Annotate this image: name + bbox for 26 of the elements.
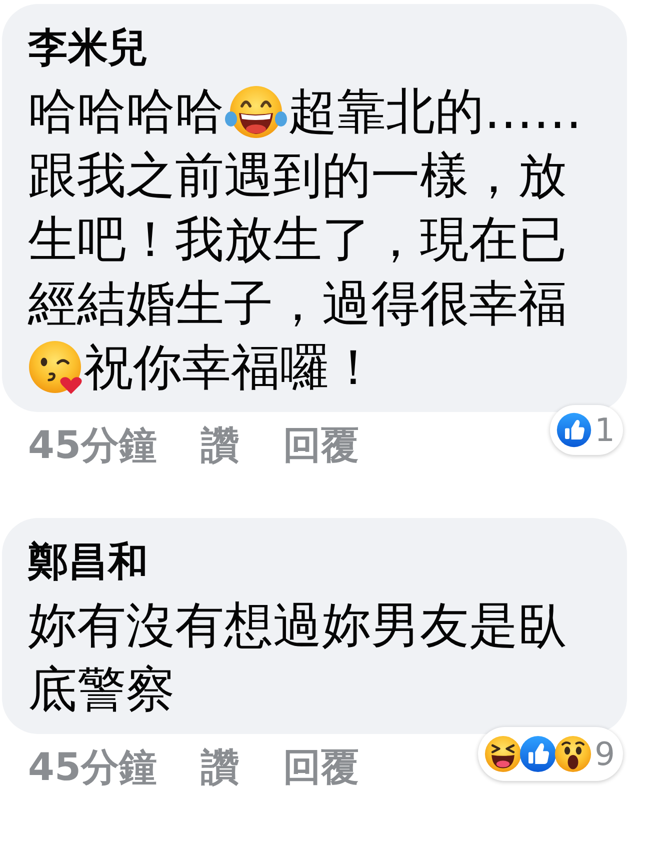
thumbs-up-icon <box>518 735 557 773</box>
comment-text: 經結婚生子，過得很幸福 <box>28 275 567 333</box>
reaction-badge[interactable]: 1 <box>550 405 623 455</box>
reaction-count: 1 <box>594 410 615 450</box>
reply-button[interactable]: 回覆 <box>282 421 359 469</box>
commenter-name[interactable]: 李米兒 <box>28 22 148 74</box>
comment-text: 妳有沒有想過妳男友是臥 <box>28 597 567 655</box>
comment-text: 祝你幸福囉！ <box>84 339 378 397</box>
comment-time[interactable]: 45分鐘 <box>28 421 157 469</box>
commenter-name[interactable]: 鄭昌和 <box>28 536 148 588</box>
thumbs-up-icon <box>556 412 592 448</box>
comment-text: 哈哈哈哈 <box>28 83 224 141</box>
kissing-face-icon <box>28 340 84 396</box>
comment-text: 跟我之前遇到的一樣，放 <box>28 147 567 205</box>
reaction-badge[interactable]: 9 <box>478 727 623 781</box>
like-button[interactable]: 讚 <box>200 421 239 469</box>
comment-text: 超靠北的…… <box>288 83 582 141</box>
comment-time[interactable]: 45分鐘 <box>28 743 157 791</box>
comment-text: 底警察 <box>28 661 175 719</box>
like-button[interactable]: 讚 <box>200 743 239 791</box>
comment-text: 生吧！我放生了，現在已 <box>28 211 567 269</box>
reaction-count: 9 <box>594 734 615 774</box>
laughing-face-icon <box>484 735 522 773</box>
surprised-face-icon <box>554 735 592 773</box>
laughing-tears-face-icon <box>224 84 288 140</box>
reply-button[interactable]: 回覆 <box>282 743 359 791</box>
